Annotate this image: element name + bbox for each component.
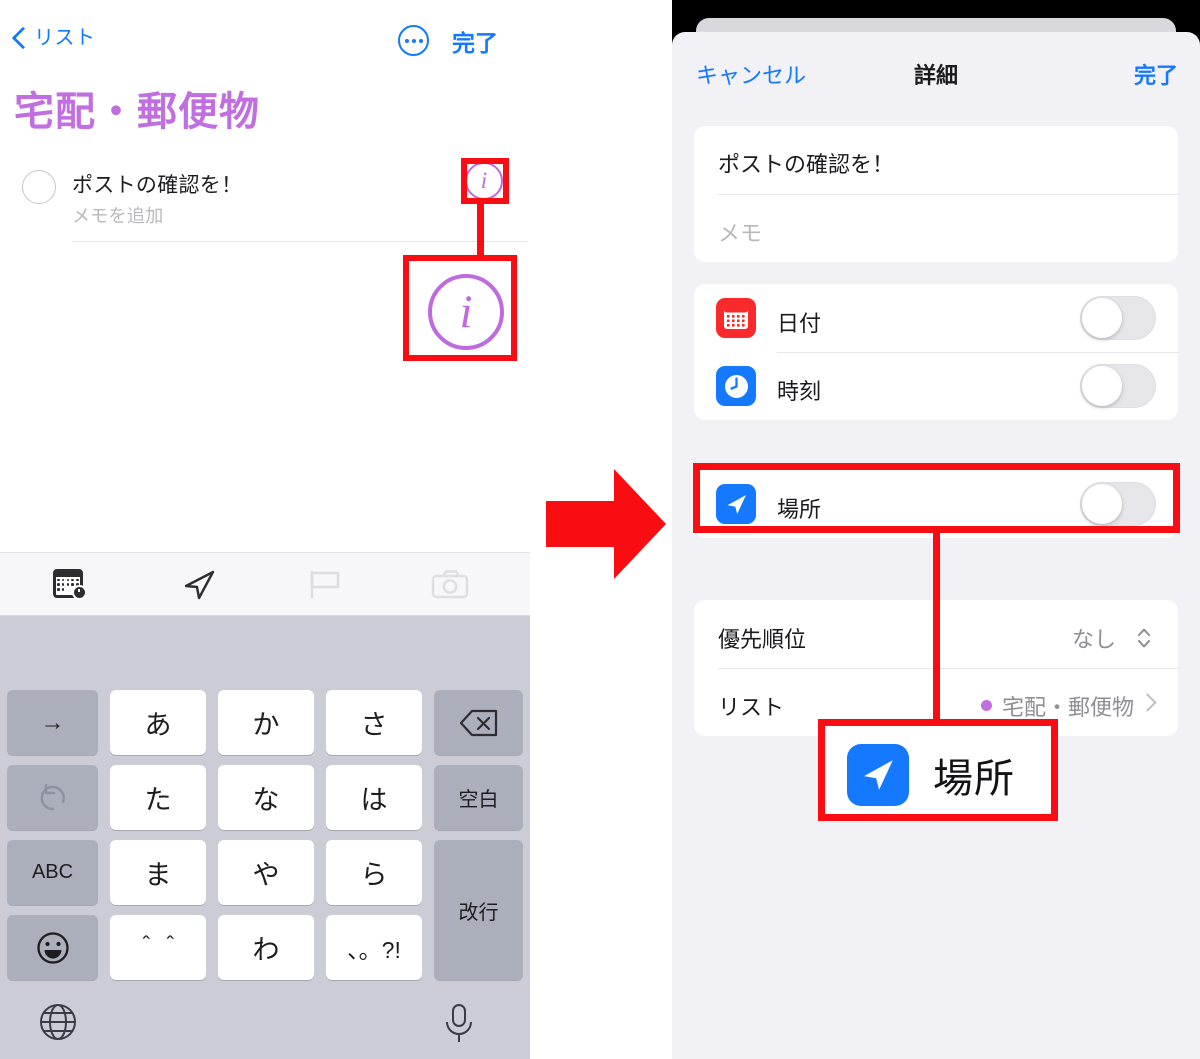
back-button-label: リスト bbox=[34, 27, 96, 49]
toolbar-flag-button[interactable] bbox=[265, 553, 385, 615]
date-time-card: 日付 時刻 bbox=[694, 284, 1178, 420]
dictation-key[interactable] bbox=[440, 1002, 478, 1049]
undo-key[interactable] bbox=[7, 765, 98, 830]
reminder-title-input[interactable]: ポストの確認を！ bbox=[718, 147, 894, 179]
detail-title: 詳細 bbox=[913, 63, 958, 88]
kana-wa-key[interactable]: わ bbox=[218, 915, 314, 980]
backspace-key[interactable] bbox=[434, 690, 523, 755]
location-callout-box: 場所 bbox=[818, 719, 1058, 821]
time-row-label: 時刻 bbox=[777, 379, 822, 404]
priority-row-label: 優先順位 bbox=[718, 627, 807, 652]
kana-a-key[interactable]: あ bbox=[110, 690, 206, 755]
ellipsis-circle-icon[interactable] bbox=[398, 25, 429, 56]
task-row-divider bbox=[72, 241, 528, 242]
list-color-dot bbox=[981, 700, 992, 711]
list-row-label: リスト bbox=[718, 695, 785, 720]
list-title: 宅配・郵便物 bbox=[14, 90, 260, 134]
date-row-label: 日付 bbox=[777, 311, 822, 336]
cursor-right-key[interactable]: → bbox=[7, 690, 98, 755]
punctuation-key[interactable]: 、。?! bbox=[326, 915, 422, 980]
toggle-knob bbox=[1082, 366, 1122, 406]
location-arrow-icon bbox=[184, 570, 215, 600]
toggle-knob bbox=[1082, 298, 1122, 338]
reminder-memo-input[interactable]: メモ bbox=[718, 216, 762, 248]
info-icon-callout-box: i bbox=[403, 255, 517, 361]
keyboard-accessory-toolbar bbox=[0, 552, 530, 616]
task-checkbox[interactable] bbox=[22, 170, 56, 204]
kana-ka-key[interactable]: か bbox=[218, 690, 314, 755]
return-key[interactable]: 改行 bbox=[434, 840, 523, 980]
globe-key[interactable] bbox=[38, 1002, 78, 1047]
time-toggle[interactable] bbox=[1080, 364, 1156, 408]
detail-done-button[interactable]: 完了 bbox=[1134, 58, 1178, 90]
clock-icon bbox=[716, 366, 756, 406]
chevron-left-icon bbox=[12, 26, 27, 51]
kana-ya-key[interactable]: や bbox=[218, 840, 314, 905]
info-icon-highlight-box bbox=[461, 158, 509, 204]
chevron-right-icon bbox=[1138, 693, 1157, 712]
abc-key[interactable]: ABC bbox=[7, 840, 98, 905]
toolbar-location-button[interactable] bbox=[140, 553, 260, 615]
ellipsis-dot bbox=[404, 38, 409, 43]
calendar-glyph bbox=[724, 307, 748, 329]
location-arrow-glyph bbox=[864, 760, 893, 790]
microphone-icon bbox=[446, 1004, 472, 1042]
globe-icon bbox=[40, 1004, 76, 1040]
clock-glyph bbox=[724, 374, 748, 398]
kana-ra-key[interactable]: ら bbox=[326, 840, 422, 905]
screenshot-stage: リスト 完了 宅配・郵便物 ポストの確認を！ メモを追加 i i → あ か さ… bbox=[0, 0, 1200, 1059]
ellipsis-dot bbox=[418, 38, 423, 43]
toolbar-camera-button[interactable] bbox=[390, 553, 510, 615]
priority-row-value: なし bbox=[1071, 627, 1116, 652]
left-navigation-bar: リスト 完了 bbox=[0, 24, 530, 66]
location-row-highlight-box bbox=[693, 463, 1180, 533]
detail-navigation-bar: キャンセル 詳細 完了 bbox=[672, 32, 1200, 112]
task-note-placeholder[interactable]: メモを追加 bbox=[72, 202, 164, 228]
kana-ma-key[interactable]: ま bbox=[110, 840, 206, 905]
task-title[interactable]: ポストの確認を！ bbox=[72, 169, 242, 199]
location-callout-connector-line bbox=[933, 533, 940, 720]
back-to-lists-button[interactable]: リスト bbox=[12, 26, 96, 51]
kana-ha-key[interactable]: は bbox=[326, 765, 422, 830]
up-down-chevron-icon bbox=[1138, 628, 1150, 648]
location-arrow-icon-enlarged bbox=[847, 744, 909, 806]
kana-ta-key[interactable]: た bbox=[110, 765, 206, 830]
flag-icon bbox=[310, 570, 340, 599]
title-memo-card: ポストの確認を！ メモ bbox=[694, 126, 1178, 262]
camera-icon bbox=[431, 570, 469, 599]
date-toggle[interactable] bbox=[1080, 296, 1156, 340]
kaomoji-key[interactable]: ＾＾ bbox=[110, 915, 206, 980]
japanese-kana-keyboard: → あ か さ た な は 空白 ABC ま や ら 改行 ＾＾ わ 、。?! bbox=[0, 616, 530, 1059]
calendar-clock-icon bbox=[53, 568, 87, 600]
card-divider bbox=[718, 194, 1178, 195]
undo-icon bbox=[40, 783, 65, 810]
list-row-value: 宅配・郵便物 bbox=[1001, 695, 1134, 720]
smiley-icon bbox=[36, 931, 69, 964]
calendar-icon bbox=[716, 298, 756, 338]
kana-sa-key[interactable]: さ bbox=[326, 690, 422, 755]
reminder-task-row: ポストの確認を！ メモを追加 bbox=[0, 158, 530, 244]
kana-na-key[interactable]: な bbox=[218, 765, 314, 830]
done-button[interactable]: 完了 bbox=[452, 24, 498, 58]
callout-connector-line bbox=[477, 204, 484, 258]
card-divider bbox=[777, 352, 1178, 353]
ellipsis-dot bbox=[411, 38, 416, 43]
toolbar-calendar-clock-button[interactable] bbox=[10, 553, 130, 615]
left-phone-screen: リスト 完了 宅配・郵便物 ポストの確認を！ メモを追加 i i → あ か さ… bbox=[0, 0, 530, 1059]
card-divider bbox=[718, 668, 1178, 669]
right-arrow-icon bbox=[546, 469, 666, 579]
location-callout-label: 場所 bbox=[933, 757, 1015, 801]
clock-badge bbox=[72, 584, 87, 600]
space-key[interactable]: 空白 bbox=[434, 765, 523, 830]
backspace-icon bbox=[459, 709, 497, 736]
emoji-key[interactable] bbox=[7, 915, 98, 980]
info-icon-enlarged: i bbox=[428, 274, 504, 350]
